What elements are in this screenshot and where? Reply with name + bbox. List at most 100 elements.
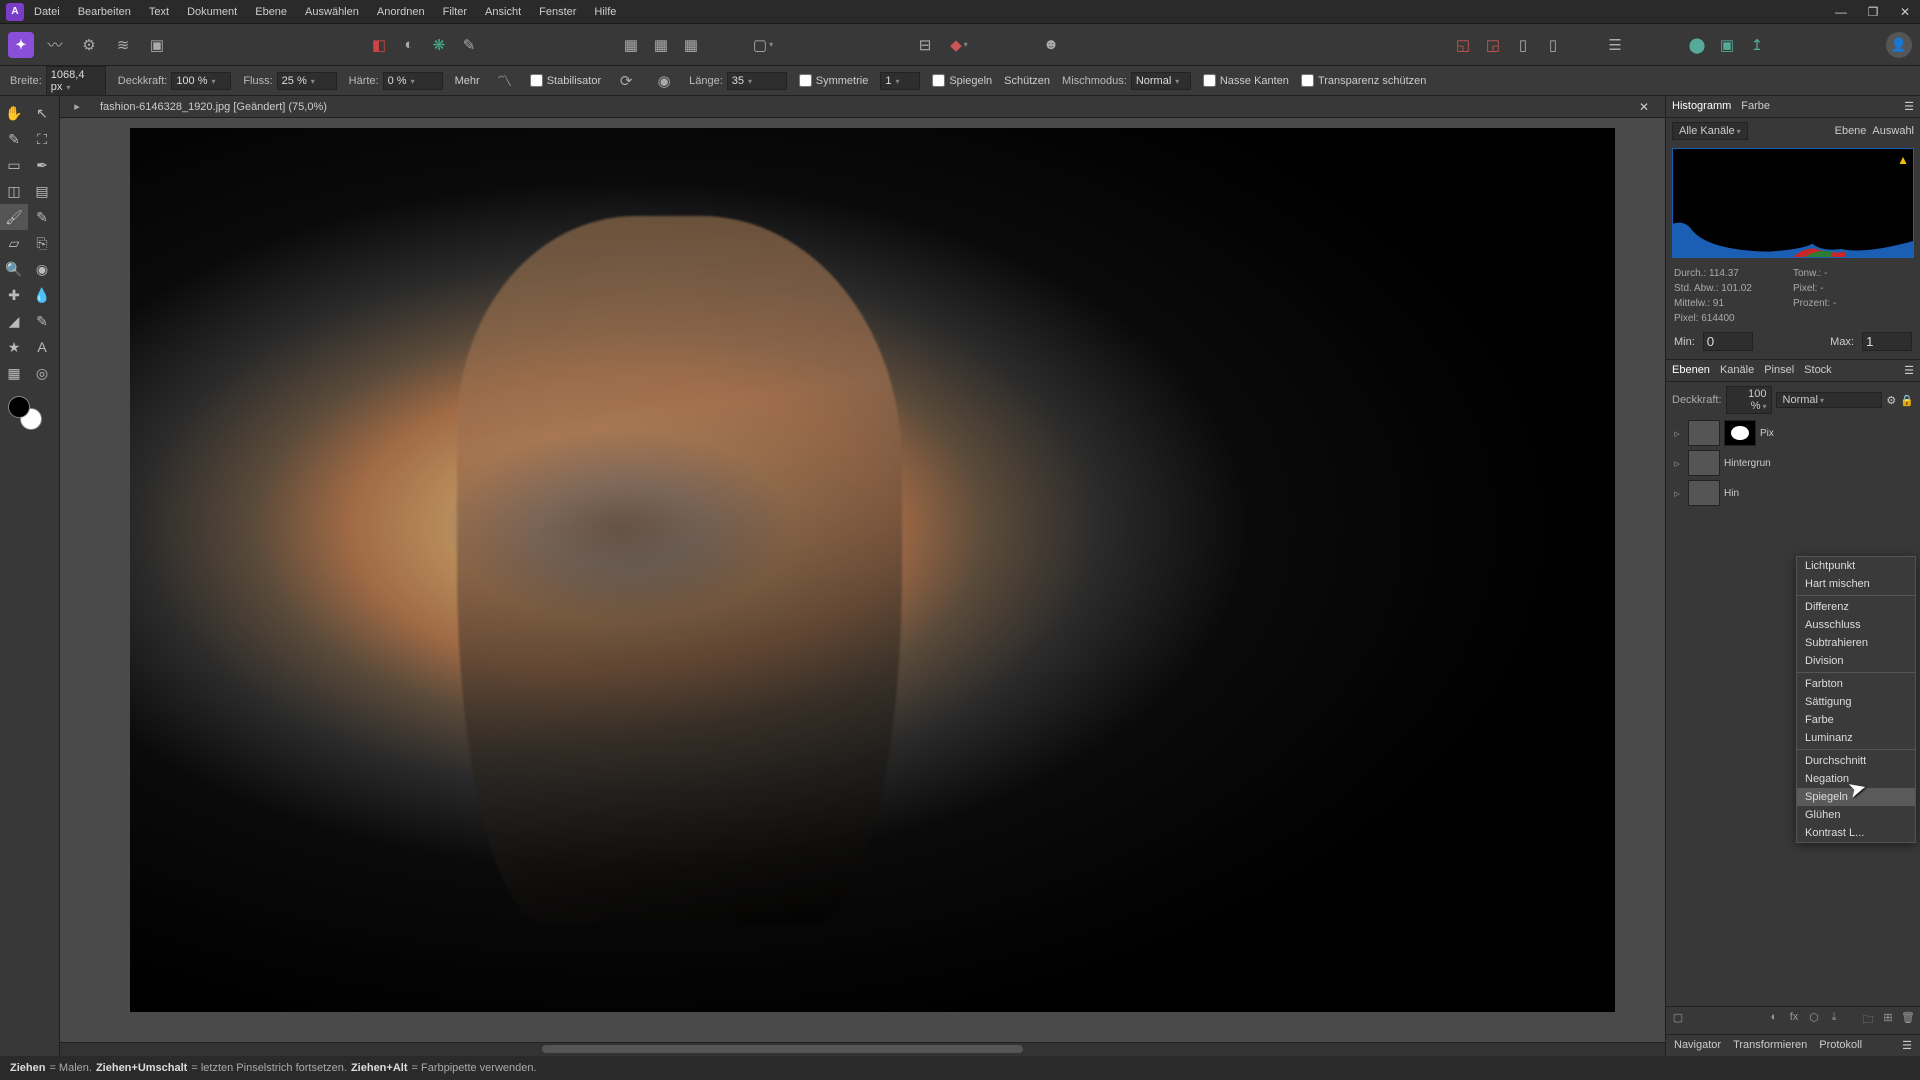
align-icon[interactable]: ▯ [1510, 32, 1536, 58]
scrollbar-thumb[interactable] [542, 1045, 1024, 1053]
layer-visibility-icon[interactable]: ▹ [1670, 457, 1684, 470]
menu-datei[interactable]: Datei [34, 6, 60, 18]
window-maximize-button[interactable]: ❐ [1864, 5, 1882, 19]
align2-icon[interactable]: ▯ [1540, 32, 1566, 58]
menu-text[interactable]: Text [149, 6, 169, 18]
color-picker-tool-icon[interactable]: ✎ [0, 126, 28, 152]
document-close-button[interactable]: ✕ [1639, 100, 1649, 114]
protect-alpha-checkbox[interactable] [1301, 74, 1314, 87]
symmetry-count-input[interactable]: 1 [880, 72, 920, 90]
move-front-icon[interactable]: ◲ [1480, 32, 1506, 58]
selection-tool-icon[interactable]: ▭ [0, 152, 28, 178]
layer-name[interactable]: Hintergrun [1724, 458, 1916, 469]
symmetry-checkbox[interactable] [799, 74, 812, 87]
menu-bearbeiten[interactable]: Bearbeiten [78, 6, 131, 18]
snap2-icon[interactable]: ▣ [1714, 32, 1740, 58]
develop-persona-icon[interactable]: ⚙ [76, 32, 102, 58]
blend-option-luminanz[interactable]: Luminanz [1797, 729, 1915, 747]
blend-option-durchschnitt[interactable]: Durchschnitt [1797, 752, 1915, 770]
menu-fenster[interactable]: Fenster [539, 6, 576, 18]
pen-tool-icon[interactable]: ✒ [28, 152, 56, 178]
blend-option-spiegeln[interactable]: Spiegeln [1797, 788, 1915, 806]
panel-menu-icon[interactable]: ☰ [1904, 100, 1914, 113]
blend-option-negation[interactable]: Negation [1797, 770, 1915, 788]
menu-auswaehlen[interactable]: Auswählen [305, 6, 359, 18]
flow-input[interactable]: 25 % [277, 72, 337, 90]
flood-tool-icon[interactable]: ▤ [28, 178, 56, 204]
mirror-checkbox[interactable] [932, 74, 945, 87]
move-tool-icon[interactable]: ↖ [28, 100, 56, 126]
length-input[interactable]: 35 [727, 72, 787, 90]
healing-tool-icon[interactable]: ✚ [0, 282, 28, 308]
vector-tool-icon[interactable]: ✎ [28, 308, 56, 334]
smudge-tool-icon[interactable]: 💧 [28, 282, 56, 308]
layer-blend-select[interactable]: Normal [1776, 392, 1883, 408]
menu-hilfe[interactable]: Hilfe [594, 6, 616, 18]
autocontrast-icon[interactable]: ◐ [396, 32, 422, 58]
blend-option-kontrast[interactable]: Kontrast L... [1797, 824, 1915, 842]
blend-option-lichtpunkt[interactable]: Lichtpunkt [1797, 557, 1915, 575]
move-back-icon[interactable]: ◱ [1450, 32, 1476, 58]
window-minimize-button[interactable]: — [1832, 5, 1850, 19]
photo-persona-icon[interactable]: ✦ [8, 32, 34, 58]
foreground-color[interactable] [8, 396, 30, 418]
tab-brushes[interactable]: Pinsel [1764, 364, 1794, 377]
autocolors-icon[interactable]: ❋ [426, 32, 452, 58]
layer-visibility-icon[interactable]: ▹ [1670, 427, 1684, 440]
mesh-tool-icon[interactable]: ▦ [0, 360, 28, 386]
layer-add-icon[interactable]: ⊞ [1880, 1011, 1896, 1030]
bottom-panel-menu-icon[interactable]: ☰ [1902, 1039, 1912, 1052]
tab-layers[interactable]: Ebenen [1672, 364, 1710, 377]
blend-option-gluehen[interactable]: Glühen [1797, 806, 1915, 824]
layer-delete-icon[interactable]: 🗑 [1900, 1011, 1916, 1030]
blend-option-differenz[interactable]: Differenz [1797, 598, 1915, 616]
hardness-input[interactable]: 0 % [383, 72, 443, 90]
histogram-layer-button[interactable]: Ebene [1835, 125, 1867, 137]
layer-row[interactable]: ▹ Hintergrun [1666, 448, 1920, 478]
marquee-tool-icon[interactable]: ◫ [0, 178, 28, 204]
menu-dokument[interactable]: Dokument [187, 6, 237, 18]
min-input[interactable] [1703, 332, 1753, 351]
export-persona-icon[interactable]: ▣ [144, 32, 170, 58]
align-panel-icon[interactable]: ☰ [1602, 32, 1628, 58]
crop-tool-icon[interactable]: ⛶ [28, 126, 56, 152]
star-tool-icon[interactable]: ★ [0, 334, 28, 360]
width-input[interactable]: 1068,4 px [46, 66, 106, 96]
blendmode-select[interactable]: Normal [1131, 72, 1191, 90]
layer-mask-icon[interactable]: ▢ [1670, 1011, 1686, 1030]
assistant-icon[interactable]: ☻ [1038, 32, 1064, 58]
layer-cog-icon[interactable]: ⚙ [1886, 394, 1896, 407]
blend-option-saettigung[interactable]: Sättigung [1797, 693, 1915, 711]
tab-transform[interactable]: Transformieren [1733, 1039, 1807, 1052]
menu-ansicht[interactable]: Ansicht [485, 6, 521, 18]
layer-mask-thumb[interactable] [1724, 420, 1756, 446]
histogram-selection-button[interactable]: Auswahl [1872, 125, 1914, 137]
layer-thumb[interactable] [1688, 480, 1720, 506]
channel-select[interactable]: Alle Kanäle [1672, 122, 1748, 140]
window-close-button[interactable]: ✕ [1896, 5, 1914, 19]
layer-thumb[interactable] [1688, 420, 1720, 446]
fill-tool-icon[interactable]: ✎ [28, 204, 56, 230]
layer-lock-icon[interactable]: 🔒 [1900, 394, 1914, 407]
blend-option-farbe[interactable]: Farbe [1797, 711, 1915, 729]
rope-icon[interactable]: ⟳ [613, 68, 639, 94]
layer-name[interactable]: Hin [1724, 488, 1916, 499]
layer-visibility-icon[interactable]: ▹ [1670, 487, 1684, 500]
layer-group-icon[interactable]: 🗀 [1860, 1011, 1876, 1030]
document-tab[interactable]: fashion-6146328_1920.jpg [Geändert] (75,… [94, 99, 333, 115]
blend-option-farbton[interactable]: Farbton [1797, 675, 1915, 693]
quickmask-icon[interactable]: ▢ [750, 32, 776, 58]
layer-adj-icon[interactable]: ◐ [1766, 1011, 1782, 1030]
layer-row[interactable]: ▹ Pix [1666, 418, 1920, 448]
arrange-icon[interactable]: ◆ [946, 32, 972, 58]
layers-menu-icon[interactable]: ☰ [1904, 364, 1914, 377]
tab-navigator[interactable]: Navigator [1674, 1039, 1721, 1052]
canvas-viewport[interactable] [60, 118, 1665, 1042]
brush-tool-icon[interactable]: 🖌 [0, 204, 28, 230]
eraser-tool-icon[interactable]: ▱ [0, 230, 28, 256]
wet-edges-checkbox[interactable] [1203, 74, 1216, 87]
liquify-persona-icon[interactable]: 〰 [42, 32, 68, 58]
layer-live-icon[interactable]: ⬡ [1806, 1011, 1822, 1030]
snap-icon[interactable]: ⬤ [1684, 32, 1710, 58]
blur-tool-icon[interactable]: ◉ [28, 256, 56, 282]
